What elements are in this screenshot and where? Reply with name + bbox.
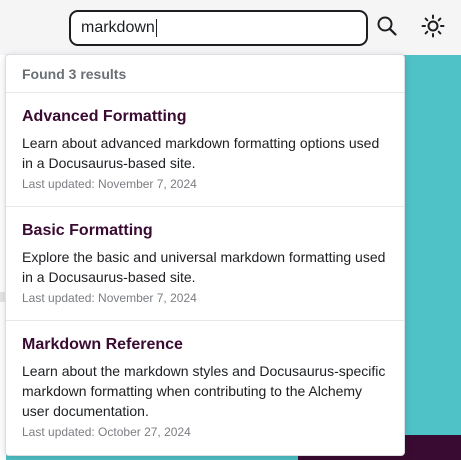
results-count: Found 3 results (6, 55, 404, 93)
result-title[interactable]: Basic Formatting (22, 221, 388, 241)
text-caret (155, 19, 157, 37)
result-date: Last updated: October 27, 2024 (22, 425, 191, 439)
search-result-item[interactable]: Advanced Formatting Learn about advanced… (6, 93, 404, 207)
search-results-dropdown: Found 3 results Advanced Formatting Lear… (5, 54, 405, 456)
theme-toggle-button[interactable] (418, 13, 448, 43)
result-description: Explore the basic and universal markdown… (22, 249, 386, 285)
search-result-item[interactable]: Markdown Reference Learn about the markd… (6, 321, 404, 454)
result-description: Learn about advanced markdown formatting… (22, 135, 380, 171)
result-title[interactable]: Markdown Reference (22, 335, 388, 355)
search-input-value[interactable]: markdown (81, 19, 155, 37)
sun-icon (421, 14, 445, 43)
result-date: Last updated: November 7, 2024 (22, 291, 197, 305)
result-date: Last updated: November 7, 2024 (22, 177, 197, 191)
navbar: markdown (0, 0, 461, 55)
search-icon (376, 15, 398, 42)
search-result-item[interactable]: Basic Formatting Explore the basic and u… (6, 207, 404, 321)
search-button[interactable] (372, 13, 402, 43)
result-description: Learn about the markdown styles and Docu… (22, 363, 386, 419)
search-input[interactable]: markdown (69, 10, 368, 46)
result-title[interactable]: Advanced Formatting (22, 107, 388, 127)
